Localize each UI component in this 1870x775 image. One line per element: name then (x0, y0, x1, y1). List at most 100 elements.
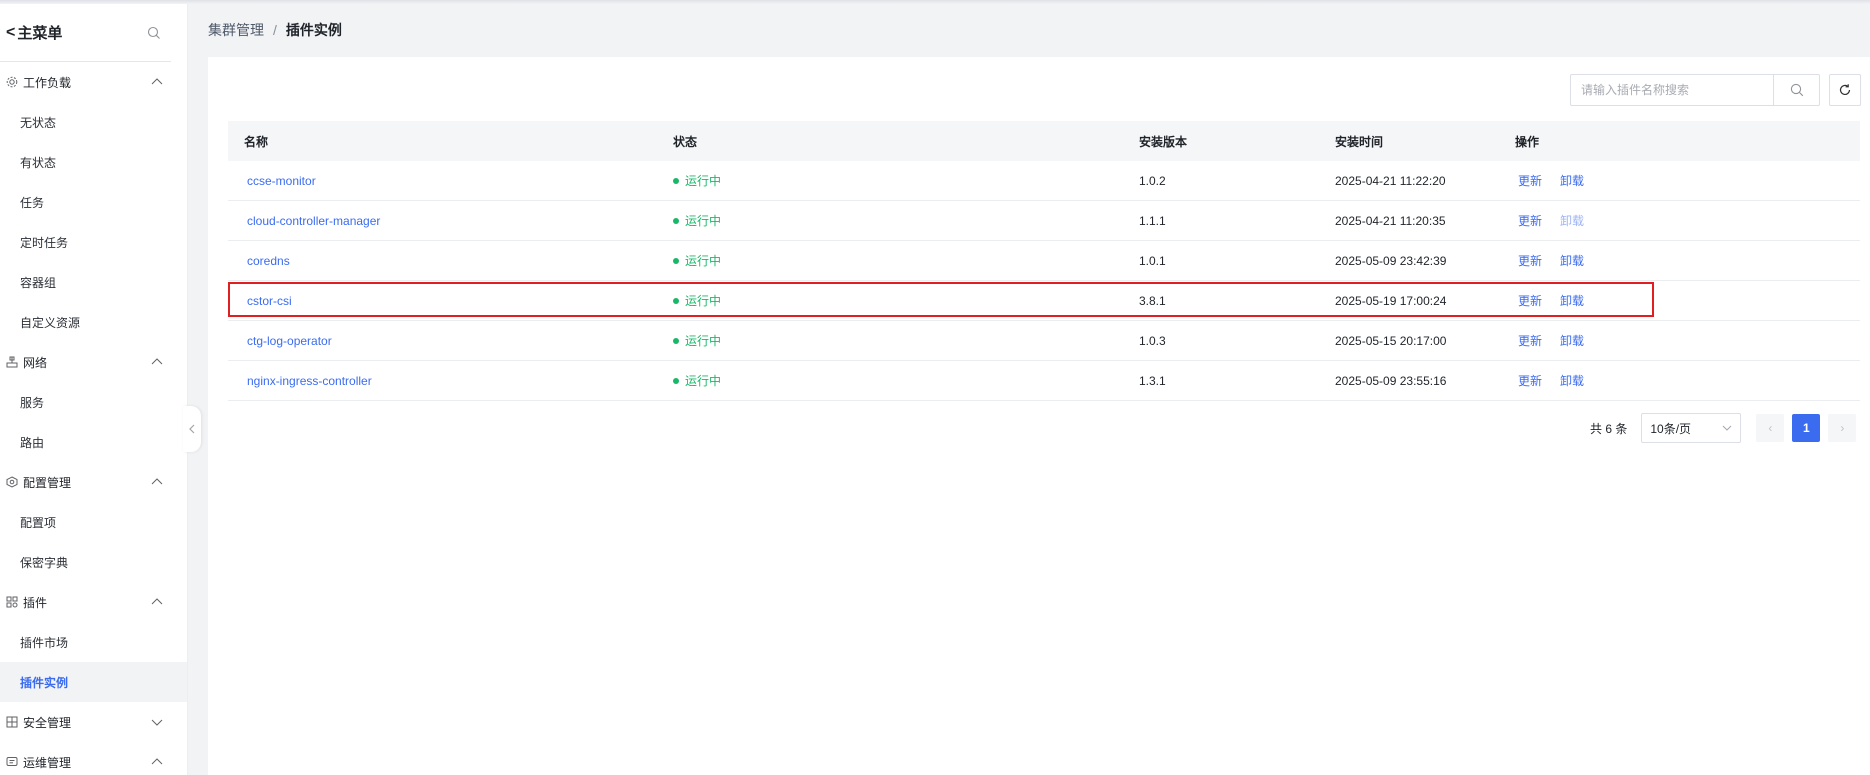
table-row: cloud-controller-manager 运行中 1.1.1 2025-04-… (228, 201, 1860, 241)
update-button[interactable]: 更新 (1518, 252, 1542, 269)
search-input[interactable] (1571, 75, 1773, 105)
uninstall-button[interactable]: 卸载 (1560, 332, 1584, 349)
header-time: 安装时间 (1335, 134, 1384, 149)
sidebar-group-4[interactable]: 安全管理 (0, 702, 187, 742)
install-time-cell: 2025-05-09 23:55:16 (1335, 373, 1447, 388)
plugin-table: 名称 状态 安装版本 安装时间 操作 ccse-monitor 运行中 1.0.2 2… (228, 121, 1860, 401)
table-header: 名称 状态 安装版本 安装时间 操作 (228, 121, 1860, 161)
sidebar-item[interactable]: 保密字典 (0, 542, 187, 582)
uninstall-button[interactable]: 卸载 (1560, 252, 1584, 269)
status-badge: 运行中 (673, 292, 1139, 309)
sidebar-group-2[interactable]: 配置管理 (0, 462, 187, 502)
prev-page-button[interactable]: ‹ (1756, 414, 1785, 442)
status-badge: 运行中 (673, 172, 1139, 189)
sidebar-group-label: 工作负载 (23, 75, 72, 90)
ops-cell: 更新 卸载 (1515, 252, 1860, 269)
sidebar-group-label: 插件 (23, 595, 48, 610)
status-badge: 运行中 (673, 332, 1139, 349)
update-button[interactable]: 更新 (1518, 212, 1542, 229)
sidebar-item[interactable]: 插件实例 (0, 662, 187, 702)
sidebar: < 主菜单 工作负载无状态 有状态 任务 定时任务 容器组 自定义资源网络服务 路由 配置管理… (0, 4, 188, 775)
update-button[interactable]: 更新 (1518, 172, 1542, 189)
install-time-cell: 2025-04-21 11:20:35 (1335, 213, 1446, 228)
back-chevron-icon[interactable]: < (6, 24, 15, 42)
plugin-name-link[interactable]: nginx-ingress-controller (247, 374, 372, 388)
plugin-name-link[interactable]: coredns (247, 254, 290, 268)
uninstall-button: 卸载 (1560, 214, 1585, 228)
chevron-down-icon (151, 719, 163, 726)
update-button[interactable]: 更新 (1518, 292, 1542, 309)
sidebar-item[interactable]: 容器组 (0, 262, 187, 302)
install-time-cell: 2025-05-09 23:42:39 (1335, 253, 1447, 268)
install-time-cell: 2025-05-15 20:17:00 (1335, 333, 1447, 348)
table-row: ccse-monitor 运行中 1.0.2 2025-04-21 11:22:20 更… (228, 161, 1860, 201)
status-badge: 运行中 (673, 372, 1139, 389)
status-dot-icon (673, 337, 679, 344)
sidebar-header: < 主菜单 (0, 4, 171, 62)
plugin-name-link[interactable]: cloud-controller-manager (247, 214, 380, 228)
table-row: nginx-ingress-controller 运行中 1.3.1 2025-05-… (228, 361, 1860, 401)
table-body: ccse-monitor 运行中 1.0.2 2025-04-21 11:22:20 更… (228, 161, 1860, 401)
uninstall-button[interactable]: 卸载 (1560, 372, 1584, 389)
status-dot-icon (673, 377, 679, 384)
sidebar-item[interactable]: 自定义资源 (0, 302, 187, 342)
sidebar-group-5[interactable]: 运维管理 (0, 742, 187, 775)
uninstall-button[interactable]: 卸载 (1560, 292, 1584, 309)
sidebar-group-label: 网络 (23, 355, 48, 370)
sidebar-group-3[interactable]: 插件 (0, 582, 187, 622)
sidebar-item[interactable]: 配置项 (0, 502, 187, 542)
version-cell: 3.8.1 (1139, 293, 1166, 308)
sidebar-collapse-handle[interactable] (183, 406, 201, 452)
plugin-icon (6, 596, 18, 608)
network-icon (6, 356, 18, 368)
ops-cell: 更新 卸载 (1515, 212, 1860, 229)
breadcrumb-current: 插件实例 (285, 22, 342, 38)
status-badge: 运行中 (673, 212, 1139, 229)
status-dot-icon (673, 257, 679, 264)
sidebar-item[interactable]: 路由 (0, 422, 187, 462)
status-dot-icon (673, 217, 679, 224)
status-dot-icon (673, 177, 679, 184)
plugin-name-link[interactable]: ccse-monitor (247, 174, 316, 188)
sidebar-item[interactable]: 有状态 (0, 142, 187, 182)
pagination-total: 共 6 条 (1590, 421, 1628, 436)
sidebar-item[interactable]: 插件市场 (0, 622, 187, 662)
status-dot-icon (673, 297, 679, 304)
search-button[interactable] (1773, 75, 1819, 105)
status-text: 运行中 (685, 294, 722, 308)
refresh-icon (1839, 84, 1851, 96)
main-panel: 名称 状态 安装版本 安装时间 操作 ccse-monitor 运行中 1.0.2 2… (208, 57, 1870, 775)
uninstall-button[interactable]: 卸载 (1560, 172, 1584, 189)
sidebar-group-1[interactable]: 网络 (0, 342, 187, 382)
table-row: cstor-csi 运行中 3.8.1 2025-05-19 17:00:24 更新 卸载 (228, 281, 1860, 321)
status-text: 运行中 (685, 174, 722, 188)
update-button[interactable]: 更新 (1518, 332, 1542, 349)
chevron-left-icon (189, 424, 195, 434)
breadcrumb: 集群管理 / 插件实例 (208, 19, 342, 41)
ops-cell: 更新 卸载 (1515, 372, 1860, 389)
status-text: 运行中 (685, 254, 722, 268)
sidebar-menu: 工作负载无状态 有状态 任务 定时任务 容器组 自定义资源网络服务 路由 配置管理 配置项 保密字… (0, 62, 187, 775)
security-icon (6, 716, 18, 728)
sidebar-item[interactable]: 服务 (0, 382, 187, 422)
page-size-select[interactable]: 10条/页 (1641, 413, 1742, 443)
sidebar-group-0[interactable]: 工作负载 (0, 62, 187, 102)
sidebar-item[interactable]: 无状态 (0, 102, 187, 142)
plugin-name-link[interactable]: ctg-log-operator (247, 334, 332, 348)
sidebar-item[interactable]: 任务 (0, 182, 187, 222)
header-status: 状态 (673, 134, 698, 149)
search-box (1570, 74, 1820, 106)
refresh-button[interactable] (1829, 74, 1861, 106)
plugin-name-link[interactable]: cstor-csi (247, 294, 292, 308)
chevron-up-icon (151, 78, 163, 85)
next-page-button[interactable]: › (1828, 414, 1857, 442)
sidebar-item[interactable]: 定时任务 (0, 222, 187, 262)
breadcrumb-parent[interactable]: 集群管理 (208, 20, 264, 40)
update-button[interactable]: 更新 (1518, 372, 1542, 389)
search-icon[interactable] (147, 26, 161, 40)
status-text: 运行中 (685, 214, 722, 228)
sidebar-title: 主菜单 (17, 25, 63, 42)
table-row: coredns 运行中 1.0.1 2025-05-09 23:42:39 更新 卸载 (228, 241, 1860, 281)
page-number-current[interactable]: 1 (1792, 414, 1821, 442)
header-ops: 操作 (1515, 134, 1540, 149)
